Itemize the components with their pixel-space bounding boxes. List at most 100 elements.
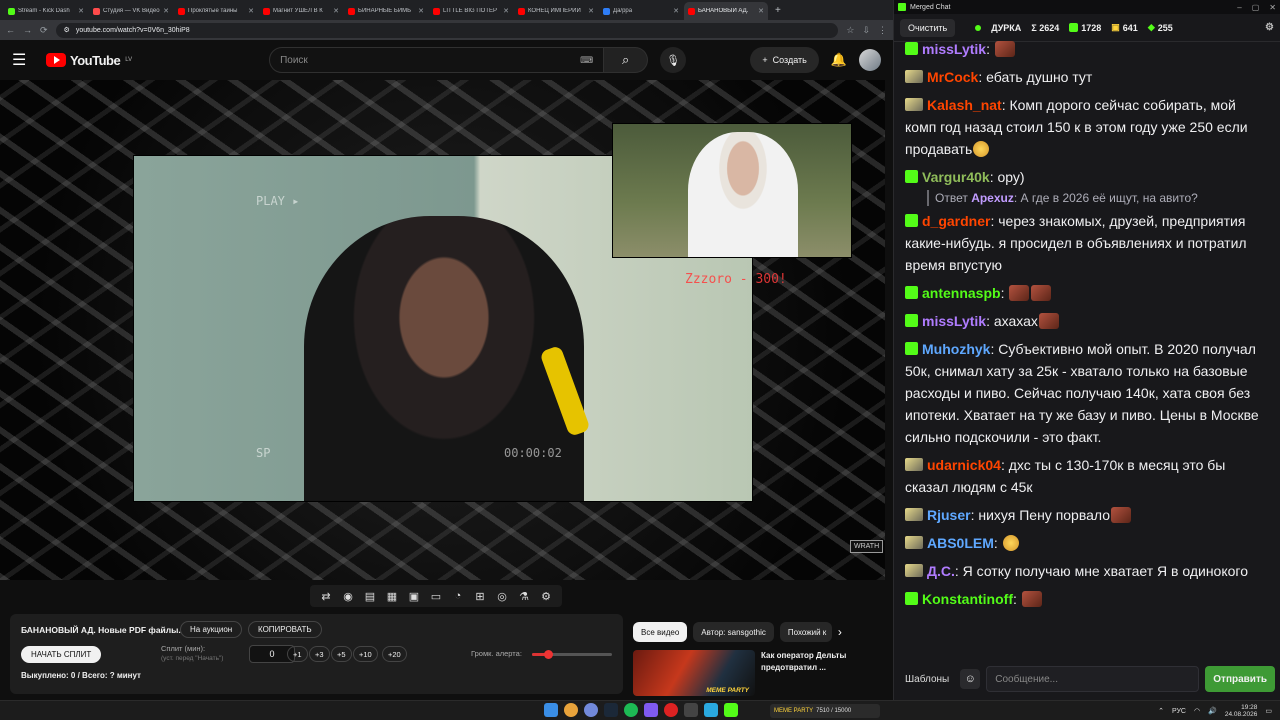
browser-tab[interactable]: БАНАНОВЫЙ АД. ✕ (684, 2, 768, 20)
tab-close-icon[interactable]: ✕ (588, 7, 594, 15)
chip-similar[interactable]: Похожий к (779, 622, 832, 642)
copy-button[interactable]: КОПИРОВАТЬ (248, 621, 322, 638)
tab-close-icon[interactable]: ✕ (503, 7, 509, 15)
step-plus-5-button[interactable]: +5 (331, 646, 352, 662)
kick-app-icon[interactable] (724, 703, 738, 717)
chat-username[interactable]: Konstantinoff (922, 591, 1013, 607)
chat-username[interactable]: missLytik (922, 313, 986, 329)
browser-tab[interactable]: Да/рра ✕ (599, 2, 683, 20)
tray-chevron-icon[interactable]: ⌃ (1158, 707, 1164, 715)
chat-username[interactable]: MrCock (927, 69, 978, 85)
auction-button[interactable]: На аукцион (180, 621, 243, 638)
avatar[interactable] (859, 49, 881, 71)
tab-close-icon[interactable]: ✕ (333, 7, 339, 15)
browser-tab[interactable]: Студия — VK Видео ✕ (89, 2, 173, 20)
settings-gear-icon[interactable]: ⚙ (538, 590, 554, 603)
video-player[interactable]: PLAY ▸ SP 00:00:02 Zzzoro - 300! WRATH (0, 80, 885, 580)
menu-icon[interactable]: ⋮ (878, 25, 887, 36)
forward-icon[interactable]: → (23, 25, 32, 35)
speed-icon[interactable]: ◔ (450, 590, 466, 602)
start-split-button[interactable]: НАЧАТЬ СПЛИТ (21, 646, 102, 663)
clock[interactable]: 19:28 24.08.2026 (1225, 704, 1258, 718)
chip-author[interactable]: Автор: sansgothic (693, 622, 774, 642)
screenshot-icon[interactable]: ◎ (494, 590, 510, 603)
spotify-icon[interactable] (624, 703, 638, 717)
notifications-bell-icon[interactable]: 🔔 (831, 52, 847, 68)
chat-username[interactable]: Д.С. (927, 563, 955, 579)
related-video-title[interactable]: Как оператор Дельты предотвратил ... (761, 650, 885, 696)
maximize-icon[interactable]: ▢ (1252, 3, 1260, 12)
step-plus-10-button[interactable]: +10 (353, 646, 378, 662)
discord-icon[interactable] (584, 703, 598, 717)
chip-all-videos[interactable]: Все видео (633, 622, 688, 642)
browser-tab[interactable]: Stream - Kick Dash ✕ (4, 2, 88, 20)
alert-volume-slider[interactable] (532, 650, 612, 659)
browser-tab[interactable]: БИНАРНЫЕ БИМБ ✕ (344, 2, 428, 20)
reload-icon[interactable]: ⟳ (40, 25, 48, 36)
chat-username[interactable]: d_gardner (922, 213, 990, 229)
search-input[interactable]: Поиск ⌨ (269, 47, 605, 73)
minimize-icon[interactable]: – (1237, 3, 1241, 12)
hamburger-menu-icon[interactable]: ☰ (12, 50, 34, 70)
close-icon[interactable]: ✕ (1269, 3, 1276, 12)
chips-next-chevron-icon[interactable]: › (838, 622, 842, 642)
clear-chat-button[interactable]: Очистить (900, 18, 956, 37)
telegram-icon[interactable] (704, 703, 718, 717)
pip-icon[interactable]: ▣ (406, 590, 422, 603)
notifications-icon[interactable]: ▭ (1265, 707, 1272, 715)
chrome-icon[interactable] (564, 703, 578, 717)
chat-username[interactable]: missLytik (922, 41, 986, 57)
chat-username[interactable]: ABS0LEM (927, 535, 994, 551)
search-button[interactable]: ⌕ (604, 47, 649, 73)
obs-icon[interactable] (644, 703, 658, 717)
step-plus-20-button[interactable]: +20 (382, 646, 407, 662)
chat-username[interactable]: Rjuser (927, 507, 971, 523)
chat-username[interactable]: antennaspb (922, 285, 1001, 301)
browser-tab[interactable]: LITTLE BIG ПОТЕР ✕ (429, 2, 513, 20)
steam-icon[interactable] (604, 703, 618, 717)
step-plus-3-button[interactable]: +3 (309, 646, 330, 662)
browser-tab[interactable]: Магнит УШЁЛ В К ✕ (259, 2, 343, 20)
reply-username[interactable]: Apexuz (971, 191, 1014, 205)
chat-username[interactable]: Kalash_nat (927, 97, 1002, 113)
tab-close-icon[interactable]: ✕ (418, 7, 424, 15)
meme-party-widget[interactable]: MEME PARTY 7510 / 15000 (770, 704, 880, 718)
chat-message-input[interactable]: Сообщение... (986, 666, 1200, 692)
app-red-icon[interactable] (664, 703, 678, 717)
send-button[interactable]: Отправить (1205, 666, 1275, 692)
tab-close-icon[interactable]: ✕ (758, 7, 764, 15)
chat-username[interactable]: udarnick04 (927, 457, 1001, 473)
step-plus-1-button[interactable]: +1 (287, 646, 308, 662)
alert-volume-knob[interactable] (544, 650, 553, 659)
tab-close-icon[interactable]: ✕ (248, 7, 254, 15)
chat-username[interactable]: Muhozhyk (922, 341, 990, 357)
subtitles-icon[interactable]: ▤ (362, 590, 378, 603)
related-video-item[interactable]: MEME PARTY Как оператор Дельты предотвра… (633, 650, 885, 696)
theater-icon[interactable]: ▭ (428, 590, 444, 603)
start-icon[interactable] (544, 703, 558, 717)
create-button[interactable]: + Создать (750, 47, 819, 73)
youtube-logo[interactable]: YouTube LV (46, 53, 132, 68)
new-tab-plus-icon[interactable]: + (769, 2, 787, 20)
chat-username[interactable]: Vargur40k (922, 169, 990, 185)
volume-icon[interactable]: 🔊 (1208, 707, 1217, 715)
wifi-icon[interactable]: ◠ (1194, 707, 1200, 715)
tab-close-icon[interactable]: ✕ (673, 7, 679, 15)
loop-icon[interactable]: ⇄ (318, 590, 334, 603)
clapper-icon[interactable]: ▦ (384, 590, 400, 603)
tab-close-icon[interactable]: ✕ (163, 7, 169, 15)
language-indicator[interactable]: РУС (1172, 708, 1186, 715)
download-icon[interactable]: ⇩ (862, 25, 870, 36)
broadcast-icon[interactable]: ◉ (340, 590, 356, 603)
chat-settings-gear-icon[interactable]: ⚙ (1265, 22, 1274, 33)
site-info-icon[interactable]: ⚙ (64, 26, 70, 34)
related-video-thumbnail[interactable]: MEME PARTY (633, 650, 756, 696)
url-field[interactable]: ⚙ youtube.com/watch?v=0V6n_30hiP8 (55, 22, 839, 38)
keyboard-icon[interactable]: ⌨ (580, 55, 593, 66)
flask-icon[interactable]: ⚗ (516, 590, 532, 603)
terminal-icon[interactable] (684, 703, 698, 717)
add-icon[interactable]: ⊞ (472, 590, 488, 603)
browser-tab[interactable]: КОНЕЦ ИМПЕРИИ ✕ (514, 2, 598, 20)
browser-tab[interactable]: Проклятые тайны ✕ (174, 2, 258, 20)
tab-close-icon[interactable]: ✕ (78, 7, 84, 15)
